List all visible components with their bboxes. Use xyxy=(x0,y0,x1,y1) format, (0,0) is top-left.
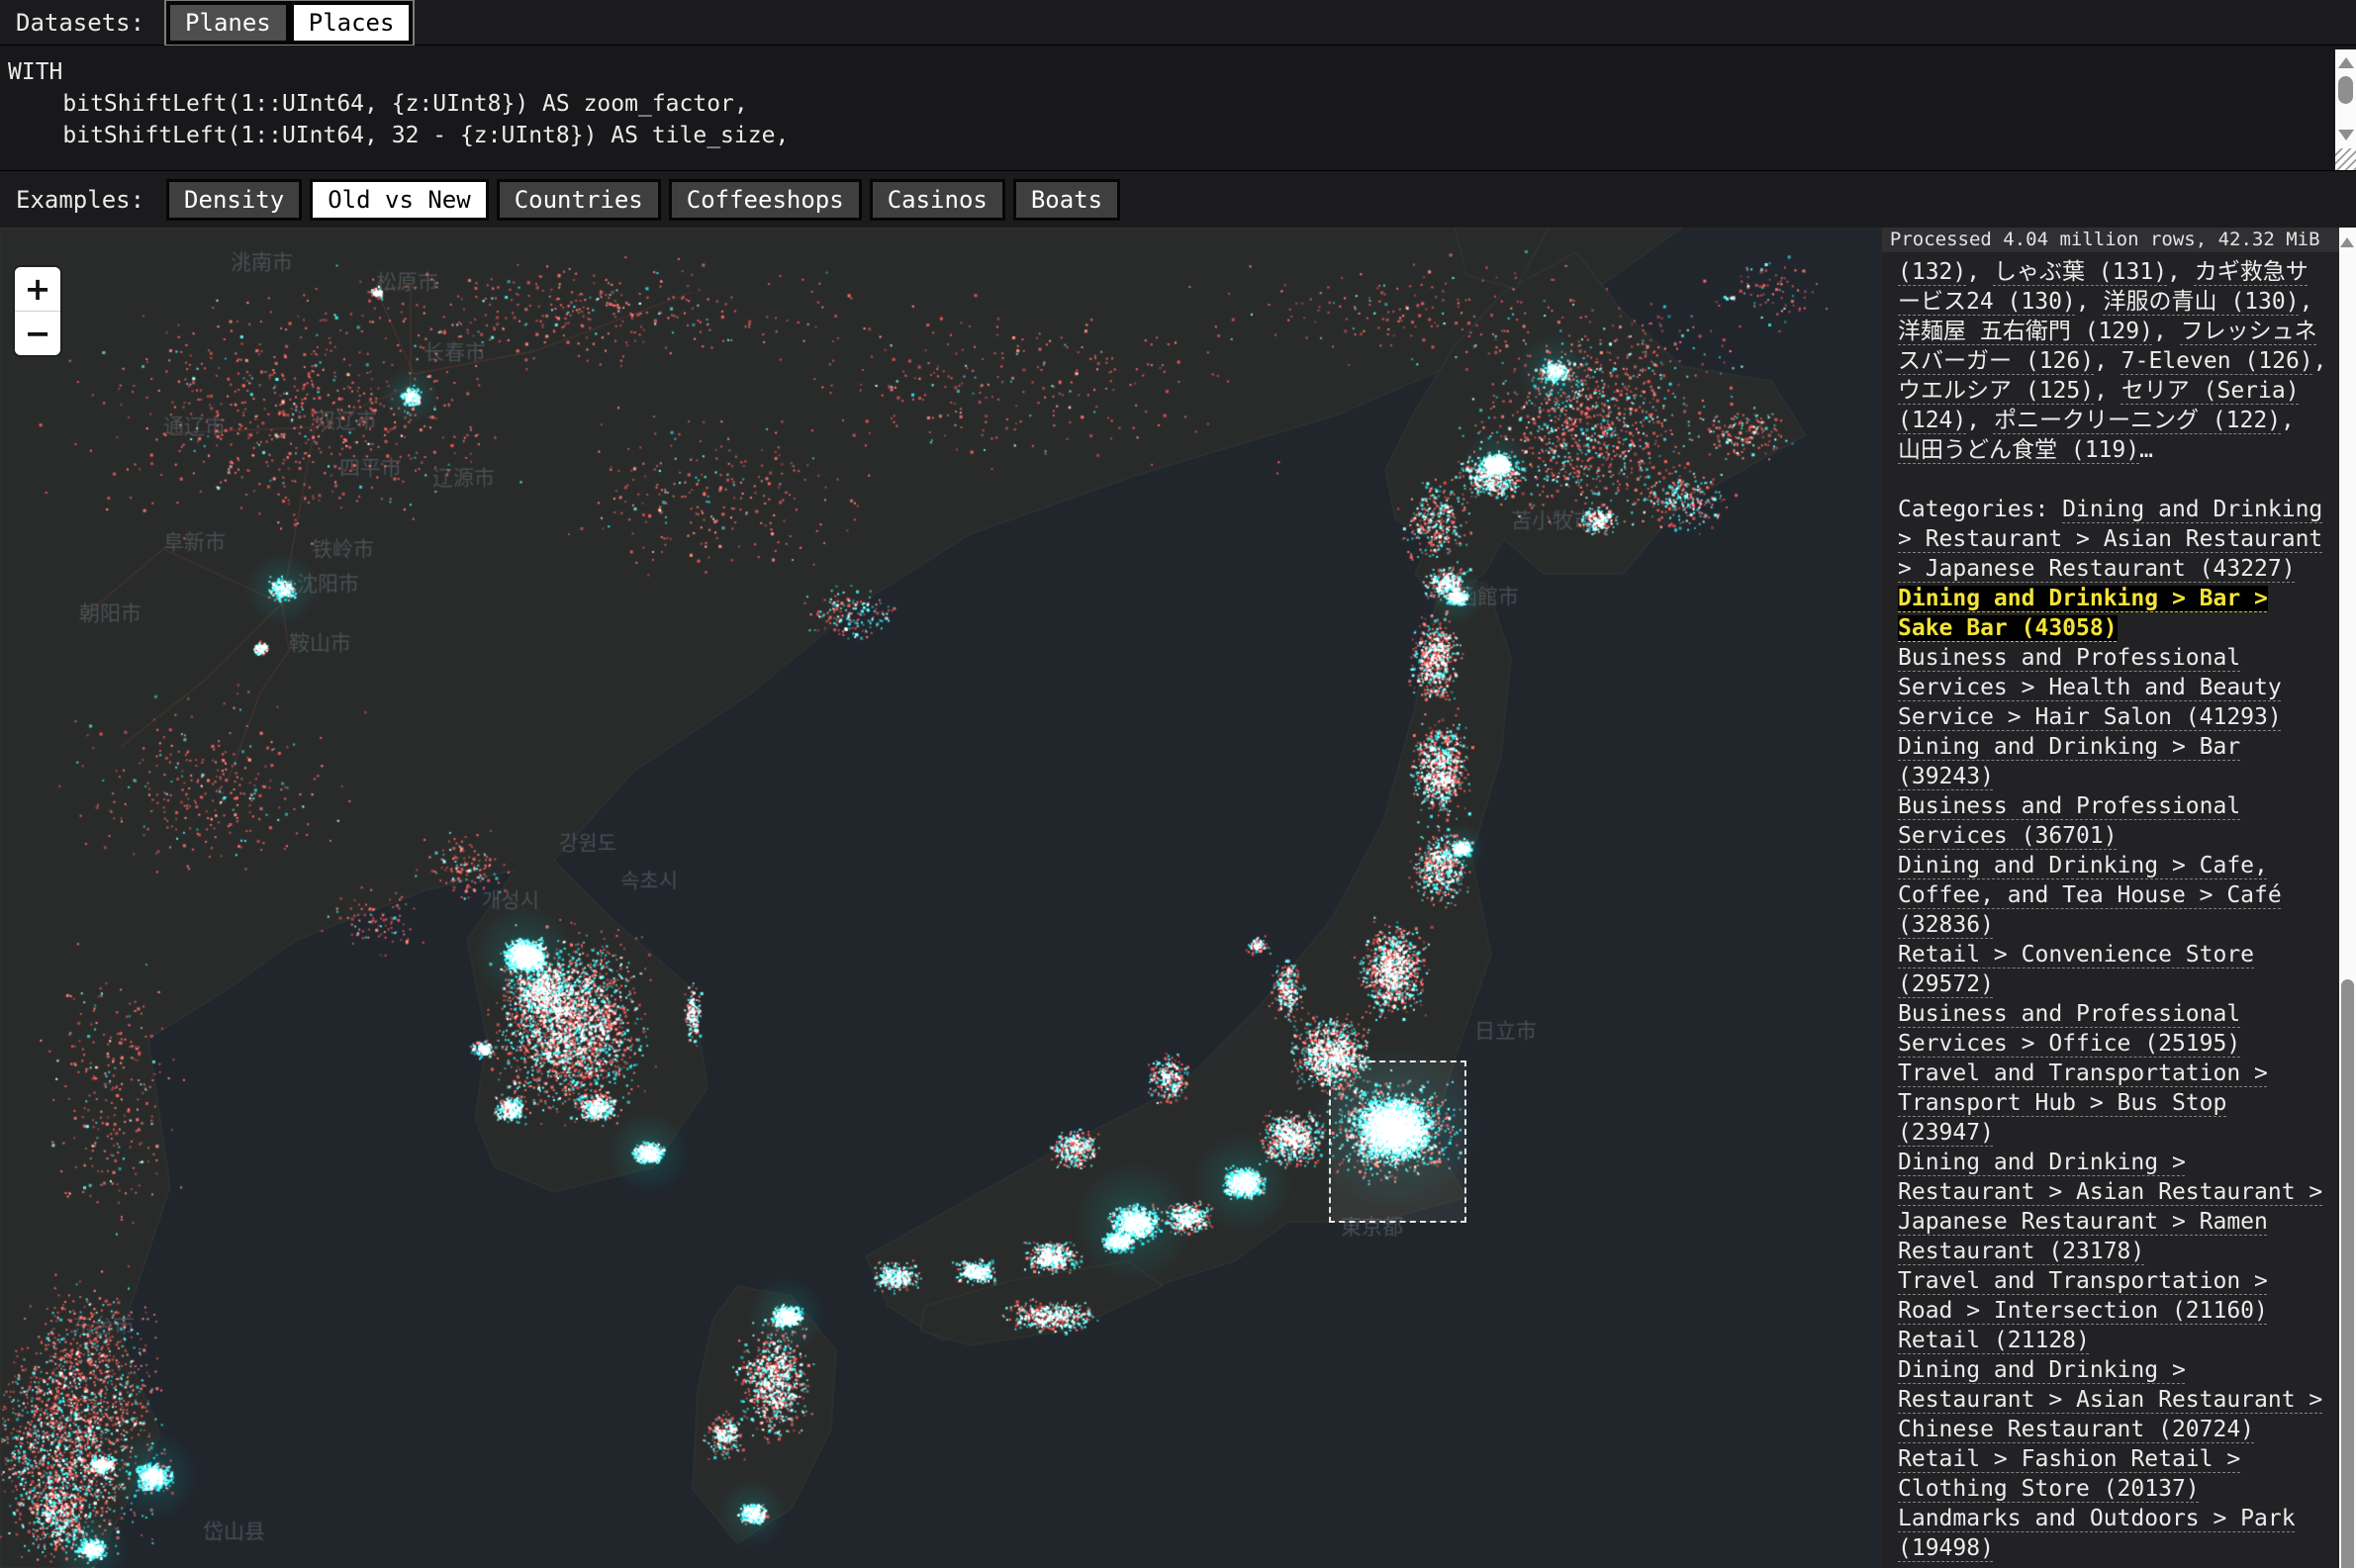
result-link[interactable]: しゃぶ葉 (131) xyxy=(1994,259,2167,285)
datasets-label: Datasets: xyxy=(0,9,144,37)
result-link[interactable]: Retail > Fashion Retail > Clothing Store… xyxy=(1898,1446,2240,1502)
categories-label: Categories: xyxy=(1898,497,2062,522)
result-link[interactable]: Business and Professional Services (3670… xyxy=(1898,793,2240,849)
datasets-buttons: PlanesPlaces xyxy=(166,1,413,45)
result-link[interactable]: ウエルシア (125) xyxy=(1898,378,2094,404)
result-link[interactable]: Business and Professional Services > Hea… xyxy=(1898,645,2282,730)
results-text: (132), しゃぶ葉 (131), カギ救急サービス24 (130), 洋服の… xyxy=(1882,252,2339,1563)
result-link[interactable]: 7-Eleven (126) xyxy=(2121,348,2313,374)
map-zoom-control: + − xyxy=(15,267,60,355)
sidebar-scrollbar-thumb[interactable] xyxy=(2341,979,2354,1568)
resize-grip-icon[interactable] xyxy=(2335,148,2356,170)
result-link[interactable]: Dining and Drinking > Restaurant > Asian… xyxy=(1898,1357,2322,1442)
main-area: + − Processed 4.04 million rows, 42.32 M… xyxy=(0,228,2356,1568)
example-button-old-vs-new[interactable]: Old vs New xyxy=(310,179,489,221)
result-link[interactable]: 洋服の青山 (130) xyxy=(2103,289,2299,315)
example-button-casinos[interactable]: Casinos xyxy=(870,179,1005,221)
examples-buttons: DensityOld vs NewCountriesCoffeeshopsCas… xyxy=(166,179,1120,221)
map[interactable]: + − xyxy=(0,228,1882,1568)
map-canvas[interactable] xyxy=(0,228,1882,1568)
example-button-countries[interactable]: Countries xyxy=(497,179,661,221)
zoom-in-button[interactable]: + xyxy=(15,267,60,311)
scroll-up-icon[interactable] xyxy=(2338,57,2354,68)
results-sidebar: Processed 4.04 million rows, 42.32 MiB (… xyxy=(1882,228,2339,1568)
result-link[interactable]: Dining and Drinking > Cafe, Coffee, and … xyxy=(1898,853,2282,938)
result-link[interactable]: Dining and Drinking > Restaurant > Asian… xyxy=(1898,1150,2322,1264)
top-brands-list: (132), しゃぶ葉 (131), カギ救急サービス24 (130), 洋服の… xyxy=(1898,257,2327,465)
examples-bar: Examples: DensityOld vs NewCountriesCoff… xyxy=(0,170,2356,228)
result-link[interactable]: Retail > Convenience Store (29572) xyxy=(1898,942,2254,997)
examples-label: Examples: xyxy=(0,186,144,214)
example-button-coffeeshops[interactable]: Coffeeshops xyxy=(669,179,862,221)
category-link-highlighted[interactable]: Dining and Drinking > Bar > Sake Bar (43… xyxy=(1898,586,2268,641)
dataset-button-places[interactable]: Places xyxy=(290,1,414,45)
categories-list: Categories: Dining and Drinking > Restau… xyxy=(1898,495,2327,1563)
example-button-boats[interactable]: Boats xyxy=(1013,179,1120,221)
result-link[interactable]: 山田うどん食堂 (119) xyxy=(1898,437,2139,463)
app-root: Datasets: PlanesPlaces WITH bitShiftLeft… xyxy=(0,0,2356,1568)
result-link[interactable]: Landmarks and Outdoors > Park (19498) xyxy=(1898,1506,2296,1561)
editor-scrollbar-thumb[interactable] xyxy=(2338,76,2353,104)
map-selection-rectangle[interactable] xyxy=(1329,1061,1466,1223)
result-link[interactable]: ポニークリーニング (122) xyxy=(1994,408,2281,433)
zoom-out-button[interactable]: − xyxy=(15,312,60,355)
sidebar-scrollbar[interactable] xyxy=(2339,228,2356,1568)
datasets-bar: Datasets: PlanesPlaces xyxy=(0,0,2356,46)
result-link[interactable]: Retail (21128) xyxy=(1898,1328,2090,1353)
result-link[interactable]: Travel and Transportation > Transport Hu… xyxy=(1898,1061,2268,1146)
status-bar: Processed 4.04 million rows, 42.32 MiB xyxy=(1882,228,2339,252)
editor-scrollbar[interactable] xyxy=(2335,49,2356,148)
result-link[interactable]: Travel and Transportation > Road > Inter… xyxy=(1898,1268,2268,1324)
result-link[interactable]: Business and Professional Services > Off… xyxy=(1898,1001,2240,1057)
scroll-down-icon[interactable] xyxy=(2338,130,2354,140)
example-button-density[interactable]: Density xyxy=(166,179,302,221)
result-link[interactable]: (132) xyxy=(1898,259,1966,285)
dataset-button-planes[interactable]: Planes xyxy=(166,1,290,45)
sql-code[interactable]: WITH bitShiftLeft(1::UInt64, {z:UInt8}) … xyxy=(0,46,2356,151)
sidebar-scroll-up-icon[interactable] xyxy=(2340,237,2354,247)
result-link[interactable]: 洋麺屋 五右衛門 (129) xyxy=(1898,319,2153,344)
sql-editor[interactable]: WITH bitShiftLeft(1::UInt64, {z:UInt8}) … xyxy=(0,46,2356,170)
result-link[interactable]: Dining and Drinking > Bar (39243) xyxy=(1898,734,2240,789)
